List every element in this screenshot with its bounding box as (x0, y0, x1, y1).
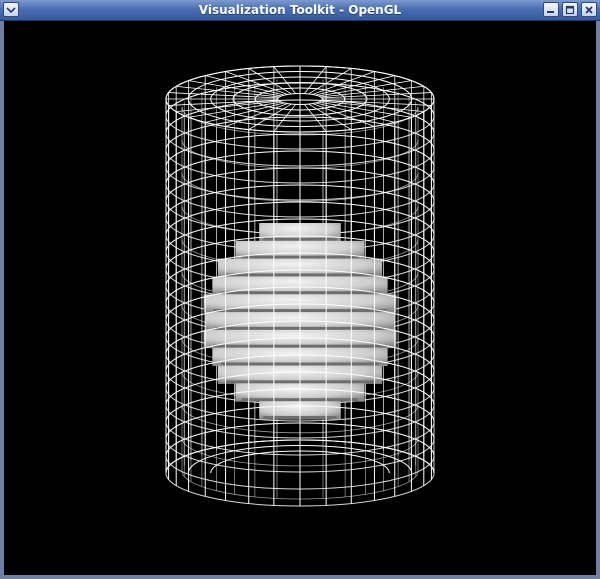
window-frame-bottom (0, 575, 600, 579)
minimize-icon (547, 10, 554, 13)
window-frame-right (596, 21, 600, 579)
wireframe-cylinder-front (165, 65, 435, 506)
close-icon (585, 5, 593, 14)
title-bar[interactable]: Visualization Toolkit - OpenGL (0, 0, 600, 21)
window-title: Visualization Toolkit - OpenGL (198, 3, 402, 17)
close-button[interactable] (581, 2, 597, 17)
3d-scene-canvas[interactable] (4, 21, 596, 575)
render-viewport[interactable] (4, 21, 596, 575)
maximize-button[interactable] (562, 2, 578, 17)
minimize-button[interactable] (543, 2, 559, 17)
maximize-icon (565, 5, 575, 14)
render-window: Visualization Toolkit - OpenGL (0, 0, 600, 579)
